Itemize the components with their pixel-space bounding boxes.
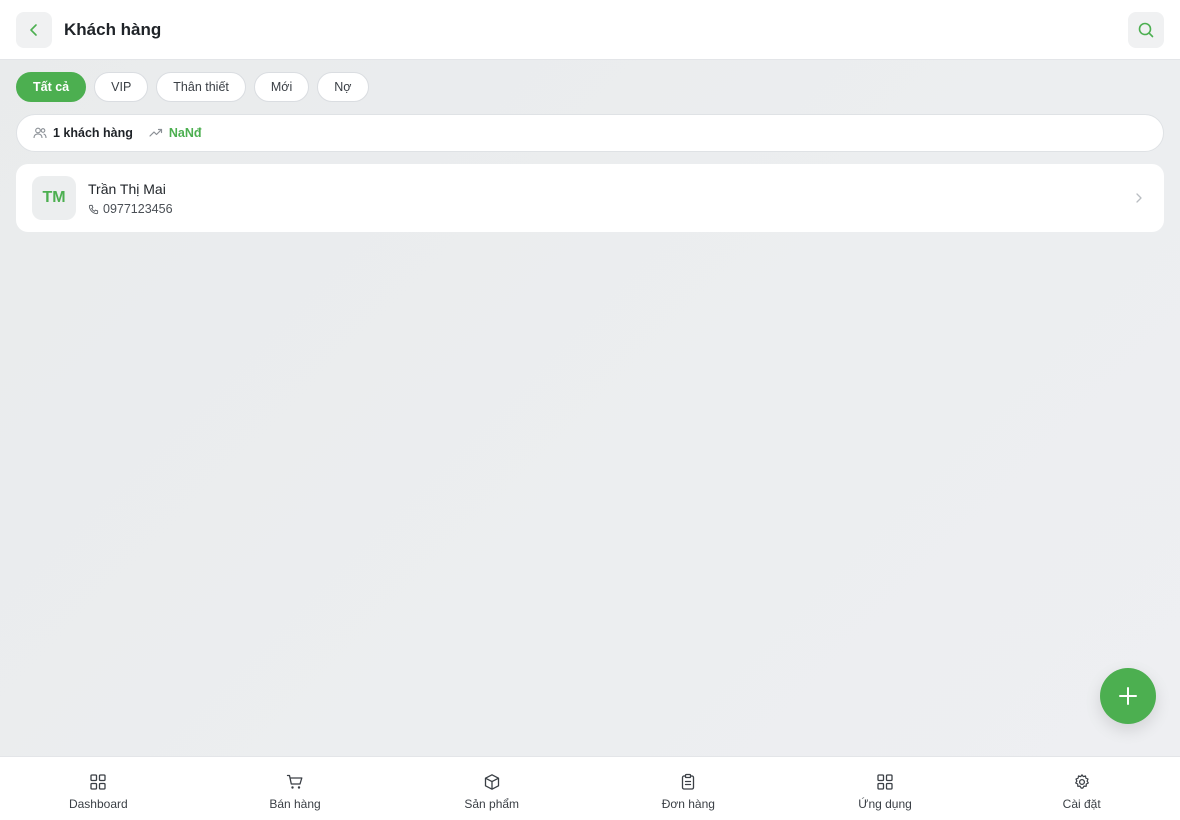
customer-count-stat: 1 khách hàng [33, 126, 133, 140]
nav-label: Bán hàng [269, 797, 321, 811]
nav-label: Đơn hàng [661, 797, 715, 811]
customer-phone-row: 0977123456 [88, 202, 173, 216]
back-button[interactable] [16, 12, 52, 48]
stats-bar: 1 khách hàng NaNđ [16, 114, 1164, 152]
search-button[interactable] [1128, 12, 1164, 48]
users-icon [33, 126, 47, 140]
nav-item-sales[interactable]: Bán hàng [197, 757, 394, 820]
nav-item-dashboard[interactable]: Dashboard [0, 757, 197, 820]
filter-chip-vip[interactable]: VIP [94, 72, 149, 102]
gear-icon [1073, 773, 1091, 791]
search-icon [1137, 21, 1155, 39]
nav-item-products[interactable]: Sản phẩm [393, 757, 590, 820]
customer-count: 1 khách hàng [53, 126, 133, 140]
filter-chip-loyal[interactable]: Thân thiết [156, 72, 246, 102]
customer-card[interactable]: TM Trần Thị Mai 0977123456 [16, 164, 1164, 232]
nav-label: Sản phẩm [464, 797, 520, 811]
customer-name: Trần Thị Mai [88, 181, 166, 197]
filter-chips: Tất cả VIP Thân thiết Mới Nợ [16, 72, 369, 102]
total-value-stat: NaNđ [149, 126, 202, 140]
page-title: Khách hàng [64, 20, 162, 39]
bottom-nav: Dashboard Bán hàng Sản phẩm Đơn hàng Ứng… [0, 756, 1180, 820]
trending-up-icon [149, 126, 163, 140]
filter-chip-new[interactable]: Mới [253, 72, 310, 102]
chevron-left-icon [26, 22, 42, 38]
apps-icon [876, 773, 894, 791]
nav-label: Cài đặt [1062, 797, 1101, 811]
filter-chip-all[interactable]: Tất cả [16, 72, 87, 102]
chevron-right-icon [1134, 192, 1144, 204]
avatar: TM [32, 176, 76, 220]
nav-item-settings[interactable]: Cài đặt [983, 757, 1180, 820]
nav-item-orders[interactable]: Đơn hàng [590, 757, 787, 820]
top-bar: Khách hàng [0, 0, 1180, 60]
box-icon [483, 773, 501, 791]
cart-icon [286, 773, 304, 791]
clipboard-icon [679, 773, 697, 791]
phone-icon [88, 204, 99, 215]
filter-chip-debt[interactable]: Nợ [317, 72, 369, 102]
customer-phone: 0977123456 [103, 202, 173, 216]
add-customer-button[interactable] [1100, 668, 1156, 724]
nav-item-apps[interactable]: Ứng dụng [787, 757, 984, 820]
nav-label: Dashboard [68, 797, 128, 811]
grid-icon [89, 773, 107, 791]
nav-label: Ứng dụng [858, 797, 912, 811]
total-value: NaNđ [168, 126, 202, 140]
plus-icon [1117, 685, 1139, 707]
